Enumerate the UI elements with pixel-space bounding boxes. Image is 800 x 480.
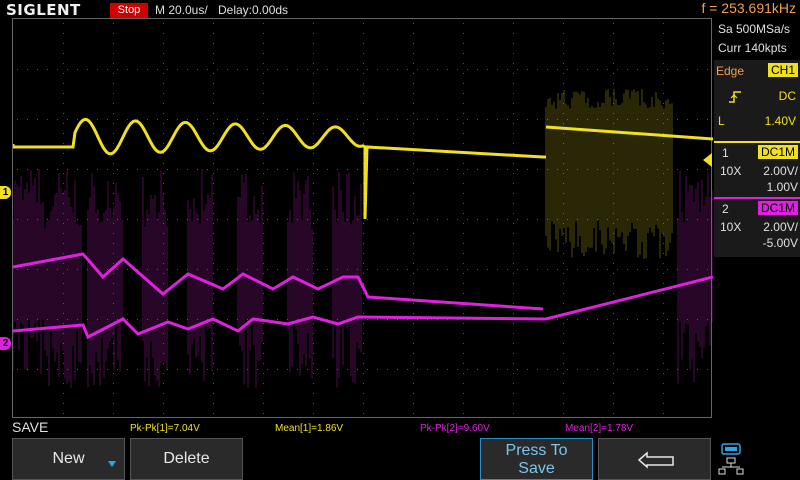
rising-edge-icon [728, 90, 742, 104]
run-state-badge[interactable]: Stop [110, 3, 148, 18]
trigger-coupling: DC [779, 89, 796, 103]
new-button[interactable]: New [12, 438, 125, 480]
new-button-label: New [52, 439, 84, 479]
channel-scale: 2.00V/ [763, 164, 798, 178]
trigger-level: 1.40V [765, 114, 796, 128]
status-icons [716, 442, 746, 478]
trigger-level-prefix: L [718, 114, 725, 128]
delete-button[interactable]: Delete [130, 438, 243, 480]
ch1-offset-marker[interactable]: 1 [0, 186, 11, 199]
measurement-pkpk-2: Pk-Pk[2]=9.60V [420, 423, 490, 434]
return-icon [633, 451, 677, 469]
channel-offset: -5.00V [763, 236, 798, 250]
delete-button-label: Delete [163, 439, 209, 479]
waveform-traces [13, 19, 713, 419]
channel-coupling: DC1M [758, 145, 798, 159]
channel-number: 1 [722, 146, 729, 160]
network-icon [719, 458, 743, 474]
channel-probe: 10X [720, 220, 741, 234]
measurement-mean-1: Mean[1]=1.86V [275, 423, 343, 434]
channel-coupling: DC1M [758, 201, 798, 215]
arrow-down-icon [108, 461, 116, 467]
top-status-bar: SIGLENT Stop M 20.0us/ Delay:0.00ds f = … [0, 0, 800, 20]
press-to-save-line2: Save [481, 460, 592, 478]
measurement-mean-2: Mean[2]=1.78V [565, 423, 633, 434]
back-button[interactable] [598, 438, 711, 480]
battery-icon [722, 444, 740, 454]
trigger-panel[interactable]: Edge CH1 DC L 1.40V [714, 60, 800, 152]
measurement-pkpk-1: Pk-Pk[1]=7.04V [130, 423, 200, 434]
channel-scale: 2.00V/ [763, 220, 798, 234]
waveform-display[interactable] [12, 18, 712, 418]
memory-depth: Curr 140kpts [718, 41, 787, 55]
menu-title: SAVE [12, 419, 48, 435]
press-to-save-button[interactable]: Press To Save [480, 438, 593, 480]
ch2-offset-marker[interactable]: 2 [0, 337, 11, 350]
channel-probe: 10X [720, 164, 741, 178]
trigger-source: CH1 [768, 63, 798, 77]
channel-number: 2 [722, 202, 729, 216]
channel-1-info[interactable]: 1 DC1M 10X 2.00V/ 1.00V [714, 141, 800, 201]
sample-rate: Sa 500MSa/s [718, 22, 790, 36]
channel-offset: 1.00V [767, 180, 798, 194]
press-to-save-line1: Press To [481, 442, 592, 460]
brand-logo: SIGLENT [6, 1, 81, 19]
channel-2-info[interactable]: 2 DC1M 10X 2.00V/ -5.00V [714, 197, 800, 257]
measurement-bar: SAVE Pk-Pk[1]=7.04V Mean[1]=1.86V Pk-Pk[… [0, 420, 712, 436]
delay-readout[interactable]: Delay:0.00ds [218, 3, 288, 17]
frequency-readout: f = 253.691kHz [701, 0, 796, 16]
trigger-type: Edge [716, 64, 744, 78]
timebase-readout[interactable]: M 20.0us/ [155, 3, 208, 17]
trigger-level-marker-icon[interactable] [703, 153, 712, 167]
